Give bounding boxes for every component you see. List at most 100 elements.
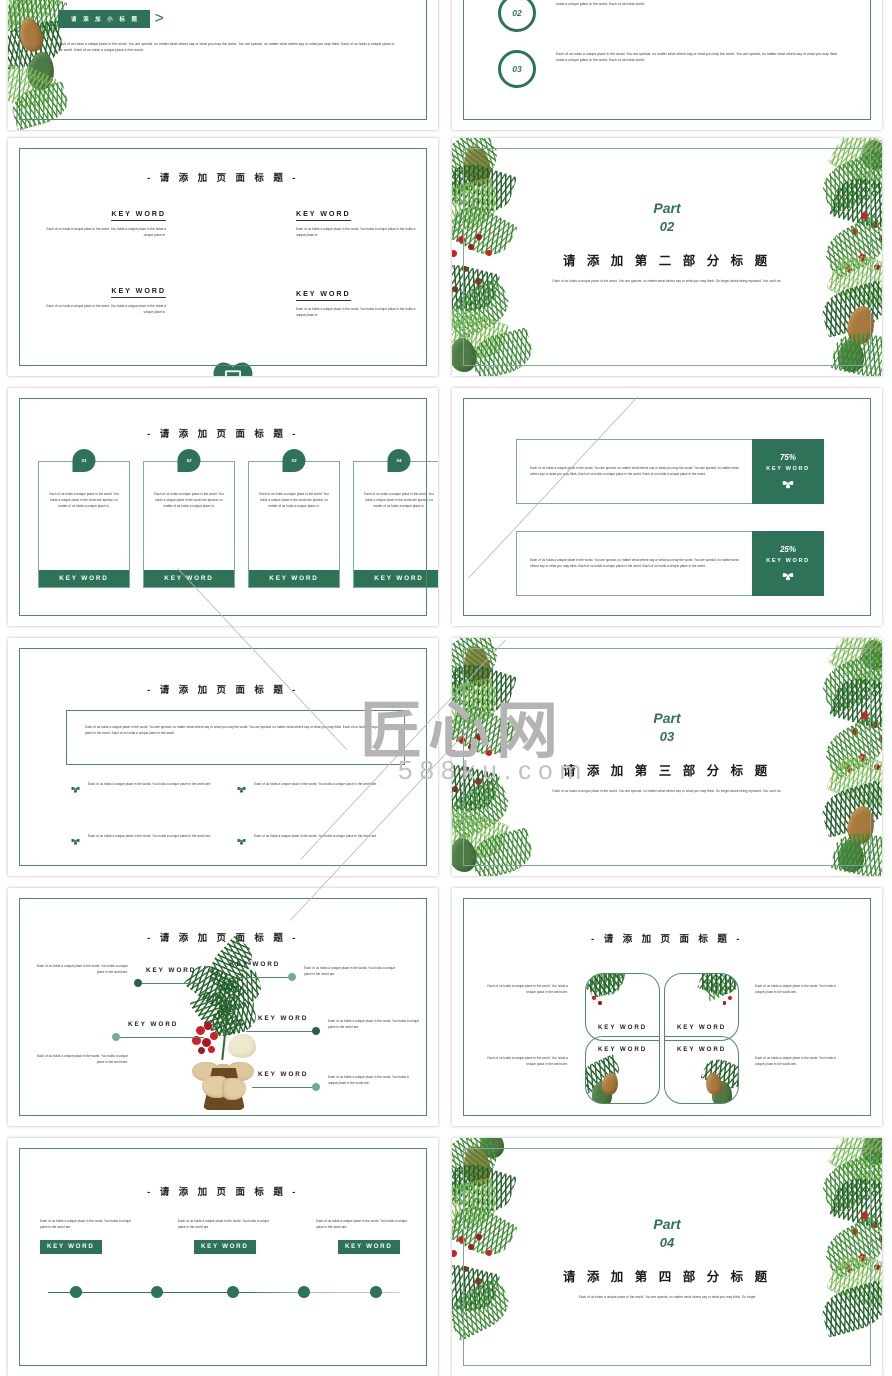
node-keyword: KEY WORD	[128, 1021, 179, 1028]
slide-timeline[interactable]: - 请 添 加 页 面 标 题 - Each of us holds a uni…	[8, 1138, 438, 1376]
percent-row[interactable]: Each of us holds a unique place in the w…	[516, 439, 824, 504]
node-keyword: KEY WORD	[146, 967, 197, 974]
card-key-bar[interactable]: KEY WORD	[249, 570, 339, 587]
bullet-item[interactable]: Each of us holds a unique place in the w…	[70, 834, 218, 846]
slide-subtitle-paragraph[interactable]: 请 添 加 小 标 题 > Each of us holds a unique …	[8, 0, 438, 130]
part-number: 03	[659, 729, 675, 744]
petal-grid: KEY WORD KEY WORD KEY WORD KEY WORD	[585, 973, 739, 1104]
slide-numbered-list[interactable]: 02 Each of us holds a unique place in th…	[452, 0, 882, 130]
card-key-bar[interactable]: KEY WORD	[354, 570, 438, 587]
timeline-axis	[48, 1286, 400, 1298]
part-word: Part	[653, 710, 681, 726]
slide-inner-border	[463, 648, 871, 866]
botanical-decor-left	[452, 638, 562, 876]
timeline-dot[interactable]	[227, 1286, 239, 1298]
plant-node-left-1[interactable]: Each of us holds a unique place in the w…	[30, 964, 198, 987]
slide-four-cards[interactable]: - 请 添 加 页 面 标 题 - 01 Each of us holds a …	[8, 388, 438, 626]
timeline-column[interactable]: Each of us holds a unique place in the w…	[40, 1219, 132, 1254]
slide-part-03[interactable]: Part 03 请 添 加 第 三 部 分 标 题 Each of us hol…	[452, 638, 882, 876]
card-badge-label: 04	[396, 458, 402, 463]
info-card[interactable]: 02 Each of us holds a unique place in th…	[143, 449, 235, 588]
node-connector	[142, 982, 198, 984]
clover-quadrant-bottom-right[interactable]: KEY WORD Each of us holds a unique place…	[296, 283, 418, 319]
botanical-decor-right	[772, 638, 882, 876]
numbered-item[interactable]: 03 Each of us holds a unique place in th…	[498, 50, 840, 88]
card-key-bar[interactable]: KEY WORD	[39, 570, 129, 587]
timeline-key-chip[interactable]: KEY WORD	[338, 1239, 400, 1254]
info-card[interactable]: 04 Each of us holds a unique place in th…	[353, 449, 438, 588]
percent-row[interactable]: Each of us holds a unique place in the w…	[516, 531, 824, 596]
info-card[interactable]: 01 Each of us holds a unique place in th…	[38, 449, 130, 588]
card-key-label: KEY WORD	[59, 575, 109, 582]
node-keyword: KEY WORD	[258, 1071, 309, 1078]
highlight-box: Each of us holds a unique place in the w…	[66, 710, 405, 765]
card-badge-label: 02	[186, 458, 192, 463]
node-connector	[246, 1030, 312, 1032]
bullet-grid: Each of us holds a unique place in the w…	[70, 782, 400, 846]
petal-bottom-right[interactable]: KEY WORD	[664, 1036, 739, 1104]
percent-row-stat-panel[interactable]: 25% KEY WORD	[752, 531, 824, 596]
card-badge: 03	[282, 449, 306, 472]
clover-bullet-icon	[70, 783, 81, 794]
node-dot	[134, 979, 142, 987]
part-subtext: Each of us holds a unique place in the w…	[552, 789, 782, 793]
percent-row-text-panel: Each of us holds a unique place in the w…	[516, 531, 752, 596]
node-text: Each of us holds a unique place in the w…	[304, 966, 396, 976]
petal-bottom-left[interactable]: KEY WORD	[585, 1036, 660, 1104]
percent-row-stat-panel[interactable]: 75% KEY WORD	[752, 439, 824, 504]
timeline-key-chip[interactable]: KEY WORD	[40, 1239, 102, 1254]
slide-inner-border	[19, 1148, 427, 1366]
timeline-column[interactable]: Each of us holds a unique place in the w…	[178, 1219, 270, 1254]
percent-row-body: Each of us holds a unique place in the w…	[530, 465, 739, 476]
slide-box-bullets[interactable]: - 请 添 加 页 面 标 题 - Each of us holds a uni…	[8, 638, 438, 876]
node-text: Each of us holds a unique place in the w…	[36, 1054, 128, 1064]
quadrant-text: Each of us holds a unique place in the w…	[46, 304, 166, 314]
percent-key-label: KEY WORD	[766, 558, 810, 564]
petal-top-right[interactable]: KEY WORD	[664, 973, 739, 1041]
quadrant-text: Each of us holds a unique place in the w…	[296, 227, 416, 237]
quadrant-text: Each of us holds a unique place in the w…	[46, 227, 166, 237]
timeline-axis-line	[48, 1291, 400, 1293]
page-title: - 请 添 加 页 面 标 题 -	[147, 933, 299, 944]
slide-part-04[interactable]: Part 04 请 添 加 第 四 部 分 标 题 Each of us hol…	[452, 1138, 882, 1376]
slide-percent-rows[interactable]: Each of us holds a unique place in the w…	[452, 388, 882, 626]
timeline-dot[interactable]	[70, 1286, 82, 1298]
part-word: Part	[653, 200, 681, 216]
timeline-dot[interactable]	[298, 1286, 310, 1298]
slide-clover-keywords[interactable]: - 请 添 加 页 面 标 题 - KEY WORD Each of us ho…	[8, 138, 438, 376]
petal-side-text-bl: Each of us holds a unique place in the w…	[487, 1056, 568, 1066]
slide-plant-nodes[interactable]: - 请 添 加 页 面 标 题 - Each of us holds a uni…	[8, 888, 438, 1126]
number-badge-label: 03	[512, 64, 522, 74]
info-card[interactable]: 03 Each of us holds a unique place in th…	[248, 449, 340, 588]
clover-quadrant-top-left[interactable]: KEY WORD Each of us holds a unique place…	[44, 203, 166, 239]
timeline-dot[interactable]	[370, 1286, 382, 1298]
timeline-column[interactable]: Each of us holds a unique place in the w…	[316, 1219, 408, 1254]
percent-value: 75%	[779, 453, 796, 462]
petal-side-text-br: Each of us holds a unique place in the w…	[755, 1056, 836, 1066]
clover-bullet-icon	[236, 783, 247, 794]
botanical-decor-left	[452, 1138, 562, 1376]
node-connector	[252, 1086, 312, 1088]
numbered-item[interactable]: 02 Each of us holds a unique place in th…	[498, 0, 840, 32]
slide-part-02[interactable]: Part 02 请 添 加 第 二 部 分 标 题 Each of us hol…	[452, 138, 882, 376]
card-key-bar[interactable]: KEY WORD	[144, 570, 234, 587]
slide-four-petals[interactable]: - 请 添 加 页 面 标 题 - KEY WORD KEY WORD KEY …	[452, 888, 882, 1126]
part-subtext: Each of us holds a unique place in the w…	[552, 279, 782, 283]
part-number: 02	[659, 219, 675, 234]
timeline-dot[interactable]	[151, 1286, 163, 1298]
slide-inner-border	[463, 1148, 871, 1366]
percent-key-label: KEY WORD	[766, 466, 810, 472]
clover-quadrant-bottom-left[interactable]: KEY WORD Each of us holds a unique place…	[44, 280, 166, 316]
monitor-icon	[225, 370, 241, 376]
subtitle-tab[interactable]: 请 添 加 小 标 题	[58, 10, 151, 28]
number-badge-label: 02	[512, 8, 522, 18]
petal-top-left[interactable]: KEY WORD	[585, 973, 660, 1041]
timeline-key-chip[interactable]: KEY WORD	[194, 1239, 256, 1254]
card-badge: 04	[387, 449, 411, 472]
subtitle-tab-label: 请 添 加 小 标 题	[71, 17, 140, 23]
keyword-label: KEY WORD	[111, 209, 166, 221]
node-dot	[112, 1033, 120, 1041]
clover-quadrant-top-right[interactable]: KEY WORD Each of us holds a unique place…	[296, 203, 418, 239]
percent-row-body: Each of us holds a unique place in the w…	[530, 557, 739, 568]
bullet-item[interactable]: Each of us holds a unique place in the w…	[70, 782, 218, 794]
